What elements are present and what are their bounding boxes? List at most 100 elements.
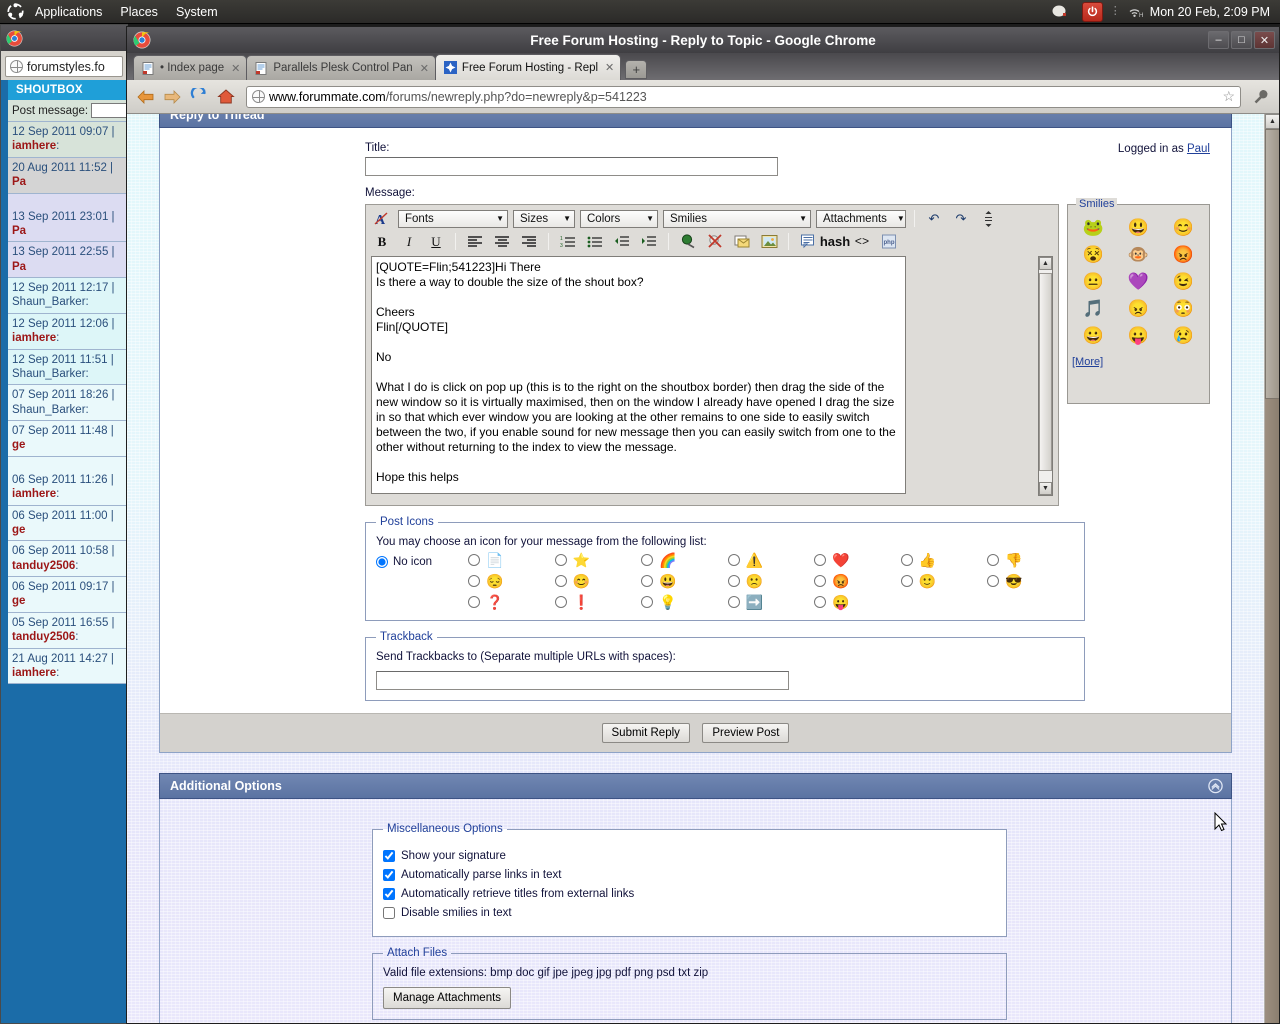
preview-post-button[interactable]: Preview Post (702, 723, 790, 743)
post-icon-option[interactable]: 🙁 (727, 572, 815, 589)
shoutbox-post-input[interactable] (91, 103, 127, 118)
bold-button[interactable]: B (371, 232, 393, 251)
ordered-list-icon[interactable]: 13 (557, 232, 579, 251)
tab-close-icon[interactable]: ✕ (420, 62, 429, 75)
browser-tab[interactable]: Free Forum Hosting - Repl ✕ (434, 54, 622, 80)
post-icon-radio[interactable] (987, 574, 1000, 587)
shoutbox-entry[interactable]: 07 Sep 2011 18:26 | Shaun_Barker: (8, 385, 127, 421)
back-arrow-icon[interactable] (135, 87, 155, 107)
shoutbox-entry[interactable]: 13 Sep 2011 23:01 | Pa (8, 206, 127, 243)
power-icon[interactable] (1081, 1, 1103, 22)
smiley-icon[interactable]: 🐸 (1083, 217, 1104, 238)
undo-icon[interactable]: ↶ (923, 209, 945, 228)
post-icon-option[interactable]: 👍 (900, 551, 988, 568)
shoutbox-entry[interactable]: 13 Sep 2011 22:55 | Pa (8, 242, 127, 278)
post-icon-radio[interactable] (814, 553, 827, 566)
shoutbox-entry[interactable]: 12 Sep 2011 09:07 | iamhere: (8, 122, 127, 158)
post-icon-option[interactable]: ❤️ (814, 551, 901, 568)
insert-email-icon[interactable] (731, 232, 753, 251)
smiley-icon[interactable]: 😡 (1173, 244, 1194, 265)
post-icon-radio[interactable] (468, 574, 480, 587)
post-icon-radio[interactable] (727, 595, 740, 608)
smiley-icon[interactable]: 😊 (1173, 217, 1194, 238)
no-icon-radio[interactable] (376, 556, 388, 568)
indent-icon[interactable] (638, 232, 660, 251)
bg-omnibox[interactable]: forumstyles.fo (5, 56, 123, 77)
message-scroll-up-arrow[interactable]: ▲ (1039, 257, 1052, 270)
quote-icon[interactable] (797, 232, 819, 251)
post-icon-radio[interactable] (641, 595, 654, 608)
post-icon-option[interactable]: ⚠️ (727, 551, 815, 568)
insert-link-icon[interactable] (677, 232, 699, 251)
shoutbox-entry[interactable]: 20 Aug 2011 11:52 | Pa (8, 157, 127, 194)
smiley-icon[interactable]: 😢 (1173, 325, 1194, 346)
menu-places[interactable]: Places (111, 0, 167, 24)
insert-image-icon[interactable] (758, 232, 780, 251)
post-icon-option[interactable]: 😛 (814, 593, 901, 610)
editor-select-colors[interactable]: Colors ▼ (580, 209, 658, 228)
misc-option-row[interactable]: Disable smilies in text (383, 907, 996, 919)
smiley-icon[interactable]: 💜 (1128, 271, 1149, 292)
shoutbox-entry[interactable]: 06 Sep 2011 10:58 | tanduy2506: (8, 541, 127, 577)
shoutbox-entry[interactable]: 06 Sep 2011 09:17 | ge (8, 577, 127, 613)
tab-close-icon[interactable]: ✕ (605, 61, 614, 74)
post-icon-option[interactable]: ❗ (554, 593, 642, 610)
post-icon-radio[interactable] (814, 595, 827, 608)
post-icon-radio[interactable] (554, 595, 567, 608)
post-icon-radio[interactable] (727, 553, 740, 566)
title-input[interactable] (365, 157, 778, 176)
smilies-more-link[interactable]: [More] (1072, 356, 1103, 368)
post-icon-option[interactable]: ➡️ (727, 593, 815, 610)
post-icon-radio[interactable] (987, 553, 1000, 566)
shoutbox-entry[interactable]: 21 Aug 2011 14:27 | iamhere: (8, 648, 127, 685)
message-scroll-down-arrow[interactable]: ▼ (1039, 482, 1052, 495)
smiley-icon[interactable]: 😀 (1083, 325, 1104, 346)
post-icon-radio[interactable] (900, 574, 913, 587)
hash-icon[interactable]: hash (820, 232, 850, 251)
redo-icon[interactable]: ↷ (950, 209, 972, 228)
post-icon-radio[interactable] (468, 553, 480, 566)
bookmark-star-icon[interactable]: ☆ (1222, 88, 1235, 105)
shoutbox-entry[interactable]: 06 Sep 2011 11:26 | iamhere: (8, 469, 127, 506)
misc-option-checkbox[interactable] (383, 869, 395, 881)
misc-option-checkbox[interactable] (383, 850, 395, 862)
misc-option-row[interactable]: Show your signature (383, 850, 996, 862)
shoutbox-entry[interactable]: 05 Sep 2011 16:55 | tanduy2506: (8, 612, 127, 649)
underline-button[interactable]: U (425, 232, 447, 251)
browser-tab[interactable]: • Index page ✕ (133, 55, 248, 80)
page-scrollbar[interactable]: ▲ (1264, 114, 1279, 1023)
wrench-icon[interactable] (1251, 87, 1271, 107)
post-icon-option[interactable]: 🌈 (641, 551, 728, 568)
logged-in-username-link[interactable]: Paul (1187, 143, 1210, 155)
tab-close-icon[interactable]: ✕ (231, 62, 240, 75)
shoutbox-entry[interactable]: 12 Sep 2011 12:06 | iamhere: (8, 313, 127, 350)
unordered-list-icon[interactable] (584, 232, 606, 251)
post-icon-radio[interactable] (641, 553, 654, 566)
post-icon-option[interactable]: 😎 (987, 572, 1074, 589)
panel-clock[interactable]: Mon 20 Feb, 2:09 PM (1150, 5, 1280, 19)
new-tab-button[interactable]: + (625, 60, 648, 79)
post-icon-option[interactable]: 💡 (641, 593, 728, 610)
smiley-icon[interactable]: 😐 (1083, 271, 1104, 292)
shoutbox-entry[interactable]: 12 Sep 2011 12:17 | Shaun_Barker: (8, 278, 127, 314)
post-icon-option[interactable]: ⭐ (554, 551, 642, 568)
submit-reply-button[interactable]: Submit Reply (601, 723, 690, 743)
unlink-icon[interactable] (704, 232, 726, 251)
php-icon[interactable]: php (878, 232, 900, 251)
editor-select-fonts[interactable]: Fonts ▼ (398, 209, 508, 228)
chrome-titlebar[interactable]: Free Forum Hosting - Reply to Topic - Go… (127, 27, 1279, 53)
post-icon-option[interactable]: 🙂 (900, 572, 988, 589)
code-icon[interactable]: <> (851, 232, 873, 251)
browser-tab[interactable]: Parallels Plesk Control Pan ✕ (246, 55, 436, 80)
post-icon-option[interactable]: ❓ (468, 593, 555, 610)
menu-system[interactable]: System (167, 0, 227, 24)
post-icon-radio[interactable] (814, 574, 827, 587)
post-icon-option[interactable]: 👎 (987, 551, 1074, 568)
post-icon-radio[interactable] (468, 595, 480, 608)
post-icon-radio[interactable] (727, 574, 740, 587)
page-scroll-thumb[interactable] (1265, 129, 1279, 399)
message-scrollbar[interactable]: ▲ ▼ (1038, 256, 1053, 496)
smiley-icon[interactable]: 😵 (1083, 244, 1104, 265)
misc-option-checkbox[interactable] (383, 888, 395, 900)
manage-attachments-button[interactable]: Manage Attachments (383, 987, 512, 1009)
